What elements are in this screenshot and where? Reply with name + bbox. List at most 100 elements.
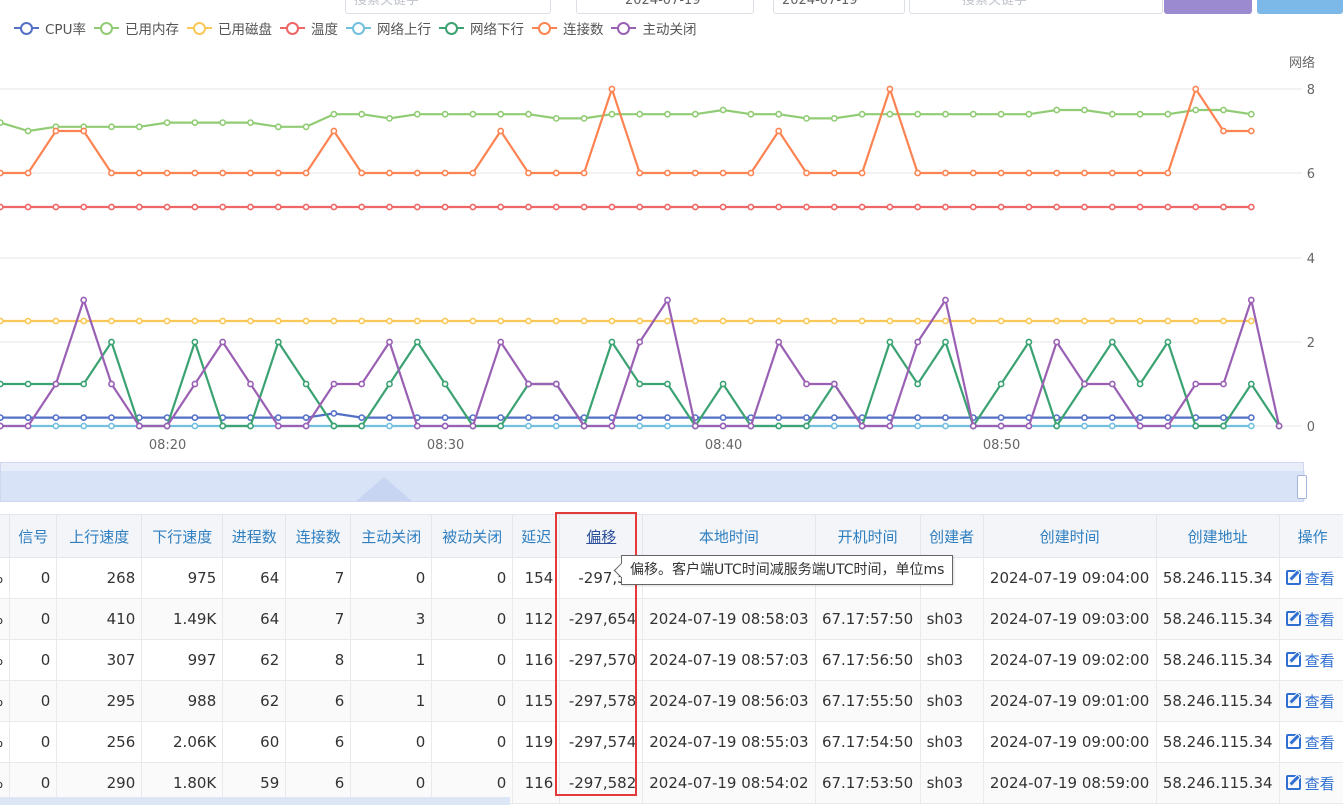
cell-offset: -297,570: [559, 639, 644, 681]
cell-leading: %: [0, 721, 11, 763]
column-header[interactable]: 开机时间: [814, 514, 921, 558]
cell-created: 2024-07-19 09:03:00: [982, 598, 1157, 640]
data-zoom-slider[interactable]: [0, 462, 1307, 502]
column-header[interactable]: 创建地址: [1155, 514, 1280, 558]
data-point: [1025, 338, 1033, 346]
data-point: [191, 169, 199, 177]
data-point: [1164, 338, 1172, 346]
column-header[interactable]: 创建时间: [982, 514, 1157, 558]
legend-item[interactable]: 网络上行: [345, 18, 431, 38]
data-point: [497, 203, 505, 211]
view-button[interactable]: 查看: [1285, 733, 1335, 752]
column-header[interactable]: 进程数: [222, 514, 287, 558]
legend-item[interactable]: 主动关闭: [611, 18, 696, 38]
data-point: [691, 422, 699, 430]
cell-addr: 58.246.115.34: [1155, 680, 1280, 722]
data-point: [747, 317, 755, 325]
series-line: [0, 87, 1252, 175]
data-point: [942, 414, 949, 421]
data-point: [1108, 169, 1116, 177]
right-axis-label: 网络: [1289, 55, 1315, 71]
view-button[interactable]: 查看: [1285, 651, 1335, 670]
view-button[interactable]: 查看: [1285, 569, 1335, 588]
table-row[interactable]: %029598862610115-297,5782024-07-19 08:56…: [0, 680, 1343, 722]
column-header[interactable]: 创建者: [919, 514, 984, 558]
data-point: [1053, 169, 1061, 177]
horizontal-scrollbar[interactable]: [0, 797, 510, 805]
data-point: [1108, 317, 1116, 325]
cell-active: 0: [350, 721, 433, 763]
data-point: [691, 169, 699, 177]
cell-creator: sh03: [919, 680, 984, 722]
data-point: [52, 414, 60, 421]
view-button[interactable]: 查看: [1285, 692, 1335, 711]
data-point: [0, 422, 4, 430]
data-point: [1053, 338, 1061, 346]
table-row[interactable]: %04101.49K64730112-297,6542024-07-19 08:…: [0, 598, 1343, 640]
data-point: [719, 203, 727, 211]
data-point: [135, 169, 143, 177]
data-point: [469, 110, 477, 118]
legend-item[interactable]: 已用内存: [93, 18, 179, 38]
column-header[interactable]: 延迟: [512, 514, 561, 558]
data-point: [997, 110, 1005, 118]
data-point: [997, 414, 1005, 421]
column-header[interactable]: 被动关闭: [431, 514, 514, 558]
data-point: [691, 203, 699, 211]
data-point: [358, 169, 366, 177]
column-header[interactable]: 下行速度: [141, 514, 224, 558]
legend-item[interactable]: 网络下行: [438, 18, 524, 38]
data-point: [803, 317, 810, 325]
data-point: [942, 338, 949, 346]
table-row[interactable]: %030799762810116-297,5702024-07-19 08:57…: [0, 639, 1343, 681]
legend-marker-icon: [279, 21, 305, 35]
series-已用内存: [0, 106, 1255, 135]
data-point: [525, 380, 532, 388]
data-point: [664, 203, 671, 211]
cell-proc: 62: [222, 680, 287, 722]
view-button[interactable]: 查看: [1285, 774, 1335, 793]
data-point: [969, 169, 977, 177]
data-point: [413, 110, 421, 118]
view-label: 查看: [1304, 692, 1335, 711]
data-point: [469, 169, 477, 177]
data-point: [1247, 203, 1255, 211]
cell-down: 975: [141, 557, 224, 599]
data-point: [358, 380, 366, 388]
cell-local: 2024-07-19 08:54:02: [642, 762, 816, 804]
table-row[interactable]: %02562.06K60600119-297,5742024-07-19 08:…: [0, 721, 1343, 763]
data-point: [274, 317, 282, 325]
zoom-handle[interactable]: [1297, 475, 1307, 499]
data-point: [914, 422, 922, 430]
cell-signal: 0: [9, 680, 58, 722]
column-header[interactable]: 主动关闭: [350, 514, 433, 558]
data-point: [636, 422, 644, 430]
column-header[interactable]: 上行速度: [56, 514, 143, 558]
cell-addr: 58.246.115.34: [1155, 639, 1280, 681]
legend-item[interactable]: 温度: [279, 18, 338, 38]
column-header[interactable]: 信号: [9, 514, 58, 558]
data-point: [636, 110, 644, 118]
data-point: [1220, 317, 1227, 325]
legend-item[interactable]: 已用磁盘: [186, 18, 272, 38]
data-point: [24, 380, 32, 388]
cell-boot: 67.17:53:50: [814, 762, 921, 804]
data-point: [497, 110, 505, 118]
column-header[interactable]: 连接数: [285, 514, 352, 558]
view-button[interactable]: 查看: [1285, 610, 1335, 629]
legend-item[interactable]: CPU率: [14, 18, 86, 38]
data-point: [608, 317, 616, 325]
column-header[interactable]: 本地时间: [642, 514, 816, 558]
data-point: [719, 380, 727, 388]
legend-item[interactable]: 连接数: [531, 18, 603, 38]
series-主动关闭: [0, 296, 1283, 430]
data-point: [24, 414, 32, 421]
data-point: [775, 110, 783, 118]
zoom-indicator-icon: [356, 477, 412, 501]
legend-label: 已用内存: [124, 22, 179, 38]
data-point: [1247, 380, 1255, 388]
data-point: [1164, 203, 1172, 211]
data-point: [886, 317, 894, 325]
column-header[interactable]: 偏移: [559, 514, 644, 558]
data-point: [163, 422, 171, 430]
